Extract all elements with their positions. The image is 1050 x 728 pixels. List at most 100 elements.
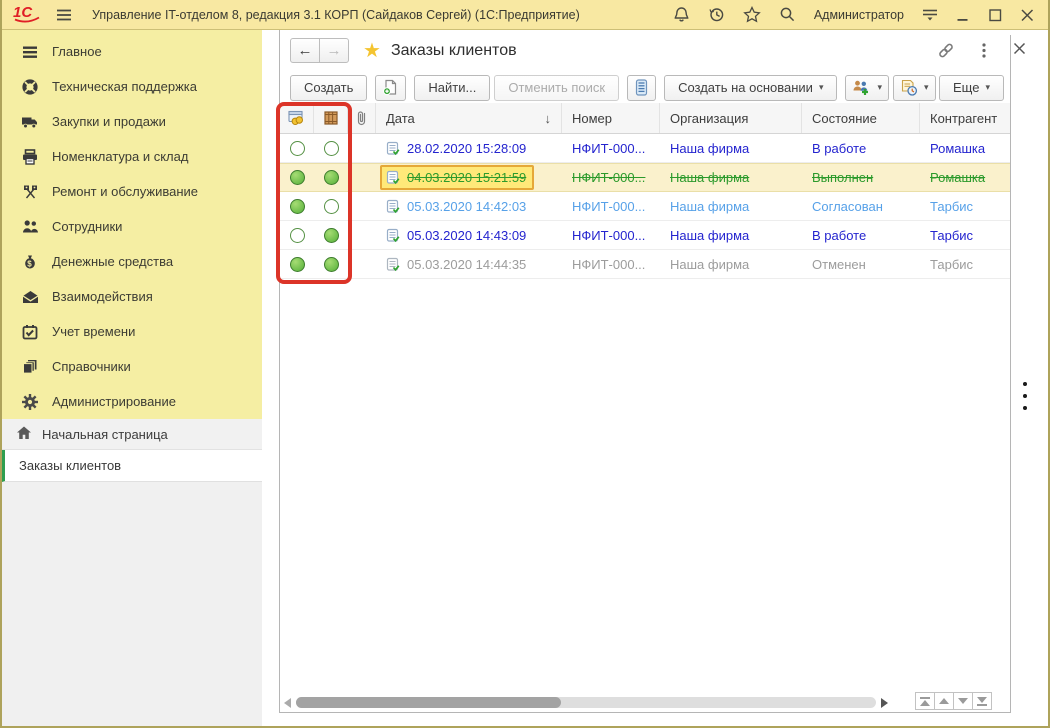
sidebar-item-glavnoe[interactable]: Главное [2,34,262,69]
assign-person-icon [852,79,871,96]
sidebar-item-remont[interactable]: Ремонт и обслуживание [2,174,262,209]
go-next-button[interactable] [953,692,973,710]
current-user[interactable]: Администратор [814,8,904,22]
document-clock-button[interactable]: ▾ [893,75,936,101]
sidebar-item-tech-podderzhka[interactable]: Техническая поддержка [2,69,262,104]
notifications-icon[interactable] [673,6,690,23]
page-title: Заказы клиентов [391,42,517,60]
scrollbar-thumb[interactable] [296,697,561,708]
column-paid[interactable] [280,103,314,133]
paid-indicator [290,170,305,185]
panel-border-bottom [279,712,1011,713]
favorite-star-icon[interactable]: ★ [363,38,381,63]
column-state[interactable]: Состояние [802,103,920,133]
sidebar-item-sotrudniki[interactable]: Сотрудники [2,209,262,244]
gear-icon [20,394,40,410]
sidebar-item-administrirovanie[interactable]: Администрирование [2,384,262,419]
cell-organization: Наша фирма [660,221,802,249]
toolbar: Создать Найти... Отменить поиск Создать … [290,74,1004,101]
cell-date: 04.03.2020 15:21:59 [407,170,526,185]
favorites-icon[interactable] [743,6,761,23]
cell-organization: Наша фирма [660,134,802,162]
main-panel: ← → ★ Заказы клиентов Создать [264,30,1048,726]
sidebar-sections: Главное Техническая поддержка Закупки и … [2,30,262,419]
copy-document-button[interactable] [375,75,406,101]
scroll-left-arrow[interactable] [284,698,291,708]
sidebar-item-vzaimodeystviya[interactable]: Взаимодействия [2,279,262,314]
sidebar-item-spravochniki[interactable]: Справочники [2,349,262,384]
column-number[interactable]: Номер [562,103,660,133]
cell-organization: Наша фирма [660,250,802,278]
cell-number: НФИТ-000... [562,250,660,278]
nav-forward-button[interactable]: → [319,38,349,63]
column-contractor[interactable]: Контрагент [920,103,1010,133]
panel-splitter-handle[interactable] [1023,382,1027,410]
column-organization[interactable]: Организация [660,103,802,133]
sidebar-item-nomenklatura[interactable]: Номенклатура и склад [2,139,262,174]
column-date[interactable]: Дата ↓ [376,103,562,133]
cell-date: 05.03.2020 14:44:35 [407,257,526,272]
money-bag-icon: $ [20,254,40,270]
assign-person-button[interactable]: ▾ [845,75,889,101]
create-button[interactable]: Создать [290,75,367,101]
cell-contractor: Тарбис [920,221,1010,249]
sidebar-item-uchet-vremeni[interactable]: Учет времени [2,314,262,349]
paid-indicator-icon [288,110,305,126]
shipped-indicator [324,199,339,214]
logo-text: 1С [13,4,33,21]
cancel-search-button[interactable]: Отменить поиск [494,75,619,101]
shipped-indicator [324,257,339,272]
column-shipped[interactable] [314,103,348,133]
create-based-on-button[interactable]: Создать на основании▾ [664,75,837,101]
people-icon [20,219,40,234]
horizontal-scrollbar[interactable] [284,696,888,709]
table-row[interactable]: 05.03.2020 14:43:09 НФИТ-000... Наша фир… [280,221,1010,250]
find-button[interactable]: Найти... [414,75,490,101]
close-form-icon[interactable] [1013,42,1026,59]
window-title: Управление IT-отделом 8, редакция 3.1 КО… [92,8,580,22]
cell-contractor: Ромашка [920,134,1010,162]
get-link-icon[interactable] [937,42,955,59]
maximize-icon[interactable] [988,8,1002,22]
paid-indicator [290,141,305,156]
table-row[interactable]: 05.03.2020 14:42:03 НФИТ-000... Наша фир… [280,192,1010,221]
cell-state: Отменен [802,250,920,278]
chevron-down-icon: ▾ [877,82,882,93]
cell-state: В работе [802,134,920,162]
calendar-check-icon [20,324,40,340]
search-icon[interactable] [779,6,796,23]
go-previous-button[interactable] [934,692,954,710]
menu-icon[interactable] [56,8,72,22]
more-menu-icon[interactable] [981,42,987,59]
minimize-icon[interactable] [956,8,970,22]
title-bar: 1С Управление IT-отделом 8, редакция 3.1… [2,0,1048,30]
scrollbar-track[interactable] [296,697,876,708]
table-row[interactable]: 05.03.2020 14:44:35 НФИТ-000... Наша фир… [280,250,1010,279]
table-row[interactable]: 28.02.2020 15:28:09 НФИТ-000... Наша фир… [280,134,1010,163]
svg-text:$: $ [27,259,32,268]
cell-date: 05.03.2020 14:43:09 [407,228,526,243]
nav-back-button[interactable]: ← [290,38,320,63]
cell-organization: Наша фирма [660,164,802,191]
sidebar-item-zakupki[interactable]: Закупки и продажи [2,104,262,139]
history-icon[interactable] [708,6,725,23]
active-cell[interactable]: 04.03.2020 15:21:59 [380,165,534,190]
copy-document-icon [382,79,399,96]
home-page-item[interactable]: Начальная страница [2,419,262,450]
cell-organization: Наша фирма [660,192,802,220]
stock-icon [20,149,40,165]
go-last-button[interactable] [972,692,992,710]
more-button[interactable]: Еще▾ [939,75,1004,101]
table-row-selected[interactable]: 04.03.2020 15:21:59 НФИТ-000... Наша фир… [280,163,1010,192]
go-first-button[interactable] [915,692,935,710]
open-tab-zakazy-klientov[interactable]: Заказы клиентов [2,450,262,482]
chevron-down-icon: ▾ [985,82,990,93]
scroll-right-arrow[interactable] [881,698,888,708]
panel-border-right [1010,35,1011,713]
service-menu-icon[interactable] [922,7,938,22]
sidebar-item-denezhnye[interactable]: $ Денежные средства [2,244,262,279]
list-settings-button[interactable] [627,75,656,101]
close-icon[interactable] [1020,8,1034,22]
column-attachments[interactable] [348,103,376,133]
shipped-indicator [324,170,339,185]
